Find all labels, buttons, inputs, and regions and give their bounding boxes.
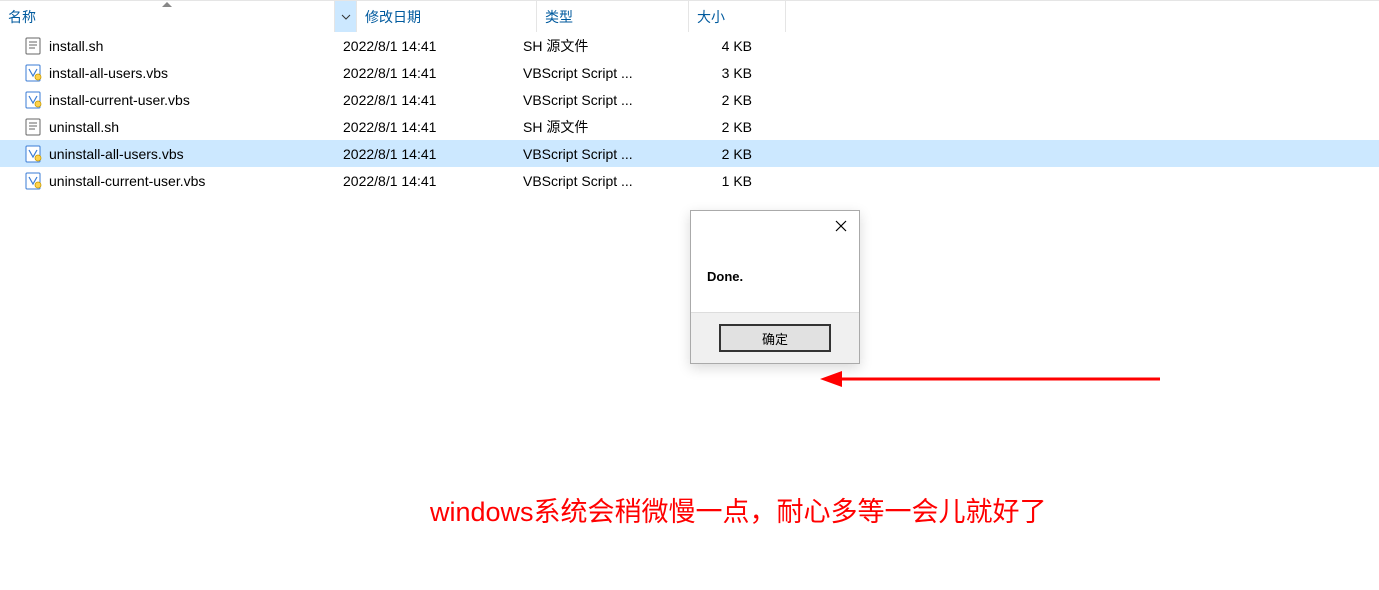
file-name: uninstall-all-users.vbs (49, 146, 184, 162)
column-header-size[interactable]: 大小 (689, 1, 786, 32)
ok-button[interactable]: 确定 (720, 325, 830, 351)
arrow-annotation (820, 367, 1160, 391)
file-name-cell: uninstall.sh (25, 118, 335, 136)
file-type: VBScript Script ... (515, 146, 667, 162)
file-name: install-all-users.vbs (49, 65, 168, 81)
file-type: VBScript Script ... (515, 65, 667, 81)
vbs-file-icon (25, 91, 43, 109)
file-row[interactable]: uninstall.sh 2022/8/1 14:41SH 源文件2 KB (0, 113, 1379, 140)
close-button[interactable] (823, 211, 859, 241)
file-name: uninstall.sh (49, 119, 119, 135)
vbs-file-icon (25, 172, 43, 190)
file-size: 3 KB (667, 65, 764, 81)
file-size: 2 KB (667, 146, 764, 162)
file-name-cell: uninstall-current-user.vbs (25, 172, 335, 190)
column-header-date[interactable]: 修改日期 (357, 1, 537, 32)
column-dropdown-button[interactable] (335, 1, 357, 32)
file-type: VBScript Script ... (515, 92, 667, 108)
file-name-cell: install-all-users.vbs (25, 64, 335, 82)
column-header-type[interactable]: 类型 (537, 1, 689, 32)
file-date: 2022/8/1 14:41 (335, 65, 515, 81)
file-row[interactable]: uninstall-current-user.vbs 2022/8/1 14:41… (0, 167, 1379, 194)
chevron-down-icon (341, 14, 351, 20)
file-name-cell: install-current-user.vbs (25, 91, 335, 109)
file-type: VBScript Script ... (515, 173, 667, 189)
column-header-row: 名称 修改日期 类型 大小 (0, 0, 1379, 32)
file-list: install.sh2022/8/1 14:41SH 源文件4 KBinstal… (0, 32, 1379, 194)
file-row[interactable]: install-current-user.vbs 2022/8/1 14:41VB… (0, 86, 1379, 113)
file-date: 2022/8/1 14:41 (335, 92, 515, 108)
sh-file-icon (25, 37, 43, 55)
column-header-type-label: 类型 (545, 7, 573, 27)
file-name-cell: uninstall-all-users.vbs (25, 145, 335, 163)
annotation-text: windows系统会稍微慢一点，耐心多等一会儿就好了 (430, 490, 1047, 529)
file-size: 1 KB (667, 173, 764, 189)
file-type: SH 源文件 (515, 117, 667, 137)
dialog-titlebar (691, 211, 859, 247)
message-dialog: Done. 确定 (690, 210, 860, 364)
vbs-file-icon (25, 64, 43, 82)
file-row[interactable]: install-all-users.vbs 2022/8/1 14:41VBScr… (0, 59, 1379, 86)
file-date: 2022/8/1 14:41 (335, 146, 515, 162)
column-header-size-label: 大小 (697, 7, 725, 27)
vbs-file-icon (25, 145, 43, 163)
file-size: 4 KB (667, 38, 764, 54)
file-row[interactable]: install.sh 2022/8/1 14:41SH 源文件4 KB (0, 32, 1379, 59)
column-header-name-label: 名称 (8, 7, 36, 27)
sh-file-icon (25, 118, 43, 136)
column-header-date-label: 修改日期 (365, 7, 421, 27)
file-type: SH 源文件 (515, 36, 667, 56)
file-name: install-current-user.vbs (49, 92, 190, 108)
file-size: 2 KB (667, 92, 764, 108)
file-size: 2 KB (667, 119, 764, 135)
file-name-cell: install.sh (25, 37, 335, 55)
dialog-message: Done. (691, 247, 859, 312)
file-row[interactable]: uninstall-all-users.vbs 2022/8/1 14:41VBS… (0, 140, 1379, 167)
file-name: uninstall-current-user.vbs (49, 173, 205, 189)
close-icon (835, 220, 847, 232)
file-date: 2022/8/1 14:41 (335, 173, 515, 189)
sort-ascending-icon (162, 2, 172, 7)
dialog-footer: 确定 (691, 312, 859, 363)
file-date: 2022/8/1 14:41 (335, 38, 515, 54)
file-name: install.sh (49, 38, 103, 54)
column-header-name[interactable]: 名称 (0, 1, 335, 32)
file-date: 2022/8/1 14:41 (335, 119, 515, 135)
